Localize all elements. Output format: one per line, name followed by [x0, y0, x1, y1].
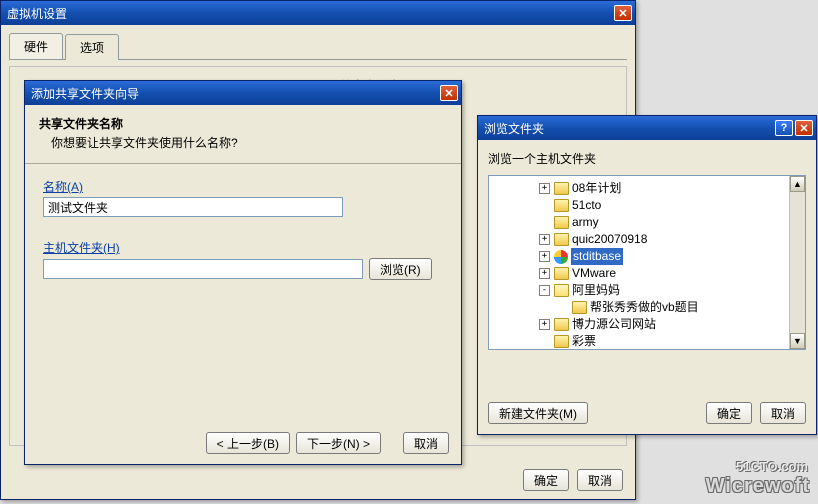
tree-node[interactable]: army [491, 214, 803, 231]
folder-icon [554, 318, 569, 331]
app-icon [554, 250, 568, 264]
wizard-header: 共享文件夹名称 你想要让共享文件夹使用什么名称? [25, 105, 461, 164]
tree-node-label[interactable]: 帮张秀秀做的vb题目 [590, 299, 699, 316]
tree-node-label[interactable]: 彩票 [572, 333, 596, 350]
expand-icon[interactable]: + [539, 183, 550, 194]
watermark-small: 51CTO.com [736, 459, 808, 474]
wizard-title: 添加共享文件夹向导 [31, 85, 438, 102]
browse-button[interactable]: 浏览(R) [369, 258, 432, 280]
scroll-up-icon[interactable]: ▲ [790, 176, 805, 192]
close-icon[interactable]: ✕ [614, 5, 632, 21]
host-folder-input[interactable] [43, 259, 363, 279]
browse-cancel-button[interactable]: 取消 [760, 402, 806, 424]
tree-node-label[interactable]: army [572, 214, 599, 231]
expand-icon[interactable]: + [539, 319, 550, 330]
expand-icon[interactable]: + [539, 251, 550, 262]
tree-node[interactable]: 帮张秀秀做的vb题目 [491, 299, 803, 316]
tree-node[interactable]: + VMware [491, 265, 803, 282]
wizard-subheading: 你想要让共享文件夹使用什么名称? [51, 134, 447, 151]
tab-options[interactable]: 选项 [65, 34, 119, 60]
wizard-titlebar[interactable]: 添加共享文件夹向导 ✕ [25, 81, 461, 105]
close-icon[interactable]: ✕ [440, 85, 458, 101]
scroll-down-icon[interactable]: ▼ [790, 333, 805, 349]
browse-folder-dialog: 浏览文件夹 ? ✕ 浏览一个主机文件夹 +08年计划51ctoarmy + quic… [477, 115, 817, 435]
folder-icon [554, 216, 569, 229]
add-shared-folder-wizard: 添加共享文件夹向导 ✕ 共享文件夹名称 你想要让共享文件夹使用什么名称? 名称(… [24, 80, 462, 465]
wizard-heading: 共享文件夹名称 [39, 115, 447, 132]
tab-hardware[interactable]: 硬件 [9, 33, 63, 59]
tree-node-label[interactable]: 博力源公司网站 [572, 316, 656, 333]
tree-node[interactable]: + stditbase [491, 248, 803, 265]
name-input[interactable] [43, 197, 343, 217]
close-icon[interactable]: ✕ [795, 120, 813, 136]
help-icon[interactable]: ? [775, 120, 793, 136]
folder-tree[interactable]: +08年计划51ctoarmy + quic20070918 + stditbase + V… [488, 175, 806, 350]
collapse-icon[interactable]: - [539, 285, 550, 296]
folder-icon [572, 301, 587, 314]
expand-icon[interactable]: + [539, 234, 550, 245]
folder-icon [554, 199, 569, 212]
tree-node-label[interactable]: VMware [572, 265, 616, 282]
wizard-cancel-button[interactable]: 取消 [403, 432, 449, 454]
folder-icon [554, 335, 569, 348]
folder-icon [554, 233, 569, 246]
browse-instruction: 浏览一个主机文件夹 [488, 150, 806, 167]
tree-node-label[interactable]: 08年计划 [572, 180, 621, 197]
folder-icon [554, 182, 569, 195]
wizard-next-button[interactable]: 下一步(N) > [296, 432, 381, 454]
expand-icon[interactable]: + [539, 268, 550, 279]
new-folder-button[interactable]: 新建文件夹(M) [488, 402, 588, 424]
browse-ok-button[interactable]: 确定 [706, 402, 752, 424]
tree-node[interactable]: + quic20070918 [491, 231, 803, 248]
folder-icon [554, 267, 569, 280]
host-folder-label: 主机文件夹(H) [43, 239, 120, 256]
vm-settings-title: 虚拟机设置 [7, 5, 612, 22]
watermark-big: Wicrewoft [706, 475, 810, 498]
settings-ok-button[interactable]: 确定 [523, 469, 569, 491]
tree-node-label[interactable]: 阿里妈妈 [572, 282, 620, 299]
browse-titlebar[interactable]: 浏览文件夹 ? ✕ [478, 116, 816, 140]
tree-node-label[interactable]: quic20070918 [572, 231, 647, 248]
tree-node[interactable]: +08年计划 [491, 180, 803, 197]
settings-cancel-button[interactable]: 取消 [577, 469, 623, 491]
name-label: 名称(A) [43, 178, 83, 195]
settings-tabstrip: 硬件 选项 [9, 33, 627, 60]
tree-node[interactable]: 51cto [491, 197, 803, 214]
browse-title: 浏览文件夹 [484, 120, 773, 137]
vm-settings-titlebar[interactable]: 虚拟机设置 ✕ [1, 1, 635, 25]
wizard-prev-button[interactable]: < 上一步(B) [206, 432, 290, 454]
folder-open-icon [554, 284, 569, 297]
tree-node[interactable]: + 博力源公司网站 [491, 316, 803, 333]
tree-node[interactable]: - 阿里妈妈 [491, 282, 803, 299]
tree-node[interactable]: 彩票 [491, 333, 803, 350]
tree-node-label[interactable]: stditbase [571, 248, 623, 265]
tree-node-label[interactable]: 51cto [572, 197, 601, 214]
tree-scrollbar[interactable]: ▲ ▼ [789, 176, 805, 349]
